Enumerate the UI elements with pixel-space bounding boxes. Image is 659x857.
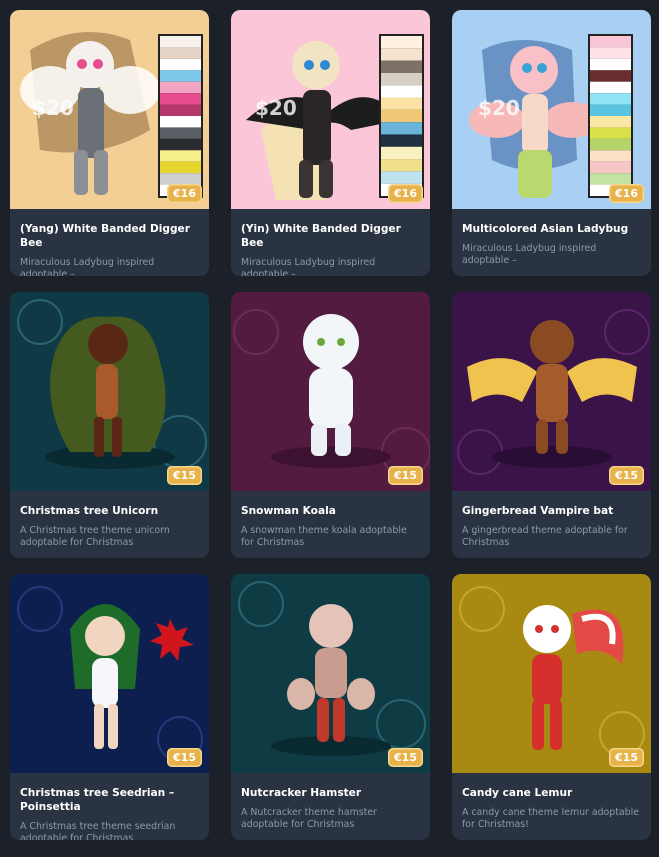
card-thumbnail[interactable]: €15 bbox=[231, 292, 430, 491]
price-badge: €15 bbox=[609, 748, 644, 767]
card-thumbnail[interactable]: $20 €16 bbox=[452, 10, 651, 209]
adoptable-card[interactable]: €15 Christmas tree Seedrian – Poinsettia… bbox=[10, 574, 209, 840]
price-badge: €16 bbox=[388, 184, 423, 203]
card-thumbnail[interactable]: €15 bbox=[10, 574, 209, 773]
adoptable-card[interactable]: $20 €16 (Yang) White Banded Digger Bee M… bbox=[10, 10, 209, 276]
price-watermark: $20 bbox=[32, 96, 74, 120]
adoptable-card[interactable]: €15 Christmas tree Unicorn A Christmas t… bbox=[10, 292, 209, 558]
card-thumbnail[interactable]: €15 bbox=[452, 292, 651, 491]
palette-swatch bbox=[381, 171, 422, 184]
adoptable-card[interactable]: $20 €16 Multicolored Asian Ladybug Mirac… bbox=[452, 10, 651, 276]
palette-swatch bbox=[590, 47, 631, 59]
palette-swatch bbox=[590, 127, 631, 139]
card-description: A gingerbread theme adoptable for Christ… bbox=[462, 525, 628, 548]
palette-swatch bbox=[160, 70, 201, 82]
card-thumbnail[interactable]: €15 bbox=[231, 574, 430, 773]
palette-swatch bbox=[590, 81, 631, 94]
price-badge: €15 bbox=[388, 466, 423, 485]
palette-swatch bbox=[160, 116, 201, 128]
palette-swatch bbox=[381, 48, 422, 61]
palette-swatch bbox=[160, 173, 201, 185]
palette-swatch bbox=[590, 161, 631, 174]
card-description: Miraculous Ladybug inspired adoptable – bbox=[20, 257, 155, 276]
palette-swatch bbox=[590, 58, 631, 71]
card-title[interactable]: (Yin) White Banded Digger Bee bbox=[241, 222, 420, 250]
card-description: A Christmas tree theme unicorn adoptable… bbox=[20, 525, 170, 548]
card-thumbnail[interactable]: €15 bbox=[452, 574, 651, 773]
palette-swatch bbox=[381, 134, 422, 147]
palette-swatch bbox=[160, 138, 201, 151]
price-watermark: $20 bbox=[478, 96, 520, 120]
price-watermark: $20 bbox=[255, 96, 297, 120]
palette-swatch bbox=[381, 109, 422, 123]
card-thumbnail[interactable]: $20 €16 bbox=[231, 10, 430, 209]
card-description: A Nutcracker theme hamster adoptable for… bbox=[241, 807, 377, 830]
palette-swatch bbox=[590, 173, 631, 185]
card-description: Miraculous Ladybug inspired adoptable – bbox=[241, 257, 376, 276]
price-badge: €15 bbox=[609, 466, 644, 485]
palette-swatch bbox=[381, 146, 422, 160]
card-description: Miraculous Ladybug inspired adoptable – bbox=[462, 243, 597, 266]
palette-swatch bbox=[381, 36, 422, 49]
card-title[interactable]: Christmas tree Unicorn bbox=[20, 504, 199, 518]
palette-swatch bbox=[381, 60, 422, 73]
adoptable-card[interactable]: €15 Candy cane Lemur A candy cane theme … bbox=[452, 574, 651, 840]
price-badge: €15 bbox=[167, 748, 202, 767]
palette-swatch bbox=[381, 85, 422, 98]
card-description: A candy cane theme lemur adoptable for C… bbox=[462, 807, 639, 830]
palette-swatch bbox=[160, 161, 201, 174]
adoptable-card[interactable]: €15 Nutcracker Hamster A Nutcracker them… bbox=[231, 574, 430, 840]
palette-swatch bbox=[590, 36, 631, 48]
card-title[interactable]: Christmas tree Seedrian – Poinsettia bbox=[20, 786, 199, 814]
palette-swatch bbox=[160, 47, 201, 59]
palette-swatch bbox=[381, 97, 422, 110]
price-badge: €15 bbox=[167, 466, 202, 485]
palette-swatch bbox=[160, 127, 201, 139]
card-thumbnail[interactable]: $20 €16 bbox=[10, 10, 209, 209]
card-title[interactable]: Snowman Koala bbox=[241, 504, 420, 518]
price-badge: €15 bbox=[388, 748, 423, 767]
palette-swatch bbox=[381, 72, 422, 86]
price-badge: €16 bbox=[609, 184, 644, 203]
palette-swatch bbox=[590, 138, 631, 151]
character-art bbox=[10, 292, 209, 491]
character-art bbox=[231, 574, 430, 773]
palette-swatch bbox=[590, 93, 631, 105]
palette-swatch bbox=[590, 116, 631, 128]
card-description: A snowman theme koala adoptable for Chri… bbox=[241, 525, 407, 548]
adoptable-card[interactable]: €15 Gingerbread Vampire bat A gingerbrea… bbox=[452, 292, 651, 558]
character-art bbox=[452, 574, 651, 773]
price-badge: €16 bbox=[167, 184, 202, 203]
palette-swatch bbox=[160, 81, 201, 94]
character-art bbox=[10, 574, 209, 773]
card-description: A Christmas tree theme seedrian adoptabl… bbox=[20, 821, 176, 840]
palette-swatch bbox=[381, 159, 422, 172]
palette-swatch bbox=[590, 150, 631, 162]
card-title[interactable]: Multicolored Asian Ladybug bbox=[462, 222, 641, 236]
palette-swatch bbox=[160, 93, 201, 105]
palette-swatch bbox=[160, 150, 201, 162]
palette-swatch bbox=[160, 58, 201, 71]
palette-swatch bbox=[160, 104, 201, 116]
character-art bbox=[231, 292, 430, 491]
adoptable-card[interactable]: $20 €16 (Yin) White Banded Digger Bee Mi… bbox=[231, 10, 430, 276]
character-art bbox=[452, 292, 651, 491]
palette-swatch bbox=[381, 122, 422, 135]
card-title[interactable]: Nutcracker Hamster bbox=[241, 786, 420, 800]
card-title[interactable]: (Yang) White Banded Digger Bee bbox=[20, 222, 199, 250]
palette-swatch bbox=[590, 104, 631, 116]
adoptables-grid: $20 €16 (Yang) White Banded Digger Bee M… bbox=[10, 10, 651, 840]
palette-swatch bbox=[590, 70, 631, 82]
card-title[interactable]: Candy cane Lemur bbox=[462, 786, 641, 800]
card-title[interactable]: Gingerbread Vampire bat bbox=[462, 504, 641, 518]
palette-swatch bbox=[160, 36, 201, 48]
card-thumbnail[interactable]: €15 bbox=[10, 292, 209, 491]
adoptable-card[interactable]: €15 Snowman Koala A snowman theme koala … bbox=[231, 292, 430, 558]
